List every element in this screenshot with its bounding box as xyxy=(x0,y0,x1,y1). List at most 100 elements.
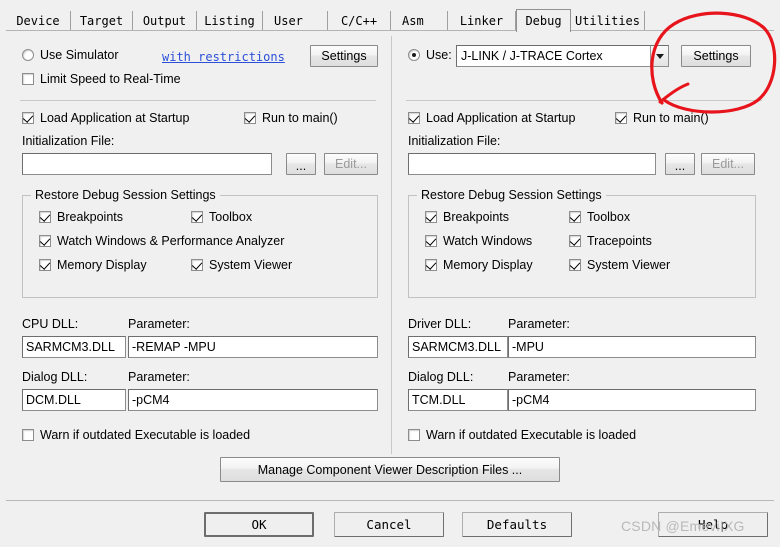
checkbox-indicator xyxy=(615,112,627,124)
cpu-parameter-input[interactable]: -REMAP -MPU xyxy=(128,336,378,358)
driver-dialog-parameter-label: Parameter: xyxy=(508,370,570,384)
use-driver-label: Use: xyxy=(426,48,452,62)
chevron-down-icon[interactable] xyxy=(650,46,668,66)
simulator-load-app-checkbox[interactable]: Load Application at Startup xyxy=(22,111,189,125)
tab-debug[interactable]: Debug xyxy=(516,9,571,32)
limit-speed-checkbox[interactable]: Limit Speed to Real-Time xyxy=(22,72,181,86)
button-label: OK xyxy=(251,517,267,532)
checkbox-indicator xyxy=(39,211,51,223)
checkbox-indicator xyxy=(22,112,34,124)
simulator-restore-group: Restore Debug Session Settings Breakpoin… xyxy=(22,188,378,298)
checkbox-label: Breakpoints xyxy=(57,210,124,224)
help-button[interactable]: Help xyxy=(658,512,768,537)
simulator-toolbox-checkbox[interactable]: Toolbox xyxy=(191,210,252,224)
driver-settings-button[interactable]: Settings xyxy=(681,45,751,67)
group-title: Restore Debug Session Settings xyxy=(417,188,606,202)
tab-asm[interactable]: Asm xyxy=(391,11,448,30)
driver-panel: Use: J-LINK / J-TRACE Cortex Settings Lo… xyxy=(400,40,762,460)
tab-output[interactable]: Output xyxy=(133,11,197,30)
checkbox-indicator xyxy=(22,429,34,441)
radio-indicator xyxy=(22,49,34,61)
button-label: Cancel xyxy=(366,517,412,532)
checkbox-label: Breakpoints xyxy=(443,210,510,224)
driver-select-value: J-LINK / J-TRACE Cortex xyxy=(461,49,603,63)
checkbox-label: Memory Display xyxy=(57,258,147,272)
simulator-dialog-parameter-input[interactable]: -pCM4 xyxy=(128,389,378,411)
driver-toolbox-checkbox[interactable]: Toolbox xyxy=(569,210,630,224)
driver-dialog-parameter-input[interactable]: -pCM4 xyxy=(508,389,756,411)
driver-dialog-dll-label: Dialog DLL: xyxy=(408,370,474,384)
driver-dialog-dll-input[interactable]: TCM.DLL xyxy=(408,389,508,411)
use-simulator-label: Use Simulator xyxy=(40,48,119,62)
driver-browse-button[interactable]: ... xyxy=(665,153,695,175)
use-simulator-radio[interactable]: Use Simulator xyxy=(22,48,119,62)
group-title: Restore Debug Session Settings xyxy=(31,188,220,202)
checkbox-label: Memory Display xyxy=(443,258,533,272)
driver-breakpoints-checkbox[interactable]: Breakpoints xyxy=(425,210,509,224)
tab-label: Target xyxy=(79,13,124,28)
driver-tracepoints-checkbox[interactable]: Tracepoints xyxy=(569,234,652,248)
checkbox-indicator xyxy=(425,259,437,271)
button-label: Help xyxy=(697,517,729,532)
driver-memory-display-checkbox[interactable]: Memory Display xyxy=(425,258,533,272)
driver-parameter-input[interactable]: -MPU xyxy=(508,336,756,358)
simulator-settings-button[interactable]: Settings xyxy=(310,45,378,67)
button-label: ... xyxy=(295,158,307,173)
driver-dll-input[interactable]: SARMCM3.DLL xyxy=(408,336,508,358)
driver-watch-windows-checkbox[interactable]: Watch Windows xyxy=(425,234,532,248)
tab-label: Listing xyxy=(204,13,255,28)
button-label: Edit... xyxy=(712,157,744,171)
use-driver-radio[interactable]: Use: xyxy=(408,48,452,62)
checkbox-indicator xyxy=(569,235,581,247)
simulator-init-file-input[interactable] xyxy=(22,153,272,175)
simulator-dialog-dll-input[interactable]: DCM.DLL xyxy=(22,389,126,411)
ok-button[interactable]: OK xyxy=(204,512,314,537)
driver-init-file-input[interactable] xyxy=(408,153,656,175)
limit-speed-label: Limit Speed to Real-Time xyxy=(40,72,181,86)
checkbox-indicator xyxy=(569,259,581,271)
simulator-watch-windows-checkbox[interactable]: Watch Windows & Performance Analyzer xyxy=(39,234,284,248)
simulator-memory-display-checkbox[interactable]: Memory Display xyxy=(39,258,147,272)
checkbox-label: Toolbox xyxy=(587,210,631,224)
simulator-warn-outdated-checkbox[interactable]: Warn if outdated Executable is loaded xyxy=(22,428,250,442)
tab-linker[interactable]: Linker xyxy=(448,11,516,30)
defaults-button[interactable]: Defaults xyxy=(462,512,572,537)
simulator-run-to-main-checkbox[interactable]: Run to main() xyxy=(244,111,338,125)
driver-load-app-checkbox[interactable]: Load Application at Startup xyxy=(408,111,575,125)
simulator-edit-button[interactable]: Edit... xyxy=(324,153,378,175)
driver-warn-outdated-checkbox[interactable]: Warn if outdated Executable is loaded xyxy=(408,428,636,442)
tab-label: Asm xyxy=(402,13,424,28)
with-restrictions-link[interactable]: with restrictions xyxy=(162,50,285,64)
driver-run-to-main-checkbox[interactable]: Run to main() xyxy=(615,111,709,125)
tab-label: Utilities xyxy=(574,13,641,28)
checkbox-label: Watch Windows xyxy=(443,234,533,248)
simulator-browse-button[interactable]: ... xyxy=(286,153,316,175)
button-label: Manage Component Viewer Description File… xyxy=(257,462,523,477)
driver-select[interactable]: J-LINK / J-TRACE Cortex xyxy=(456,45,669,67)
button-label: Edit... xyxy=(335,157,367,171)
button-label: Settings xyxy=(321,49,367,63)
driver-separator xyxy=(406,100,762,101)
button-label: Settings xyxy=(693,49,739,63)
checkbox-indicator xyxy=(408,112,420,124)
tab-utilities[interactable]: Utilities xyxy=(571,11,645,30)
simulator-panel: Use Simulator with restrictions Settings… xyxy=(14,40,378,460)
driver-system-viewer-checkbox[interactable]: System Viewer xyxy=(569,258,670,272)
load-app-label: Load Application at Startup xyxy=(426,111,576,125)
checkbox-indicator xyxy=(39,259,51,271)
tab-label: C/C++ xyxy=(340,13,378,28)
manage-component-viewer-button[interactable]: Manage Component Viewer Description File… xyxy=(220,457,560,482)
tab-user[interactable]: User xyxy=(263,11,328,30)
simulator-system-viewer-checkbox[interactable]: System Viewer xyxy=(191,258,292,272)
tab-target[interactable]: Target xyxy=(71,11,133,30)
checkbox-indicator xyxy=(244,112,256,124)
driver-edit-button[interactable]: Edit... xyxy=(701,153,755,175)
simulator-dialog-parameter-label: Parameter: xyxy=(128,370,190,384)
tab-device[interactable]: Device xyxy=(6,11,71,30)
tab-c-cpp[interactable]: C/C++ xyxy=(328,11,391,30)
cancel-button[interactable]: Cancel xyxy=(334,512,444,537)
cpu-dll-input[interactable]: SARMCM3.DLL xyxy=(22,336,126,358)
simulator-breakpoints-checkbox[interactable]: Breakpoints xyxy=(39,210,123,224)
warn-outdated-label: Warn if outdated Executable is loaded xyxy=(40,428,251,442)
tab-listing[interactable]: Listing xyxy=(197,11,263,30)
